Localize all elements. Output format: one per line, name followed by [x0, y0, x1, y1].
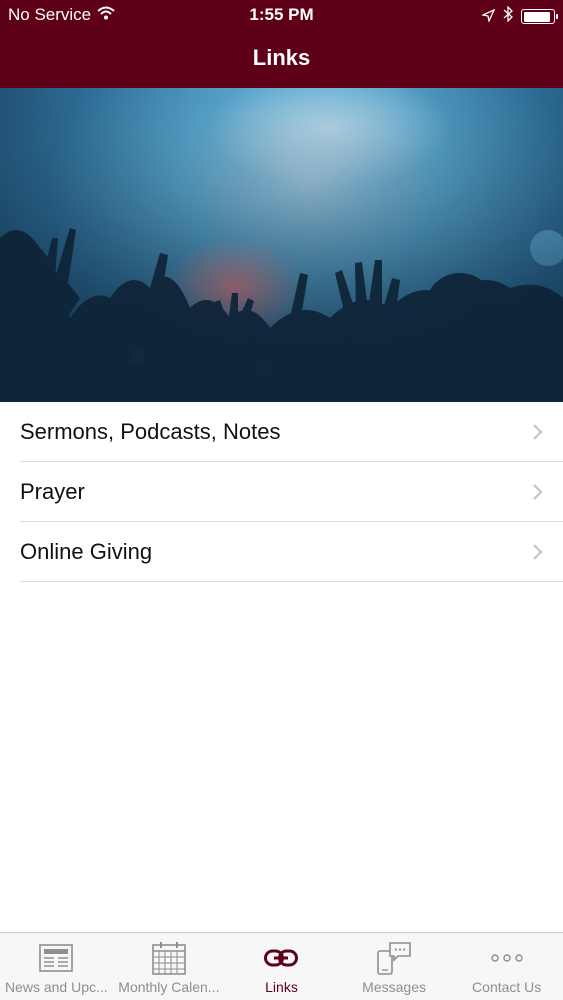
tab-messages[interactable]: Messages — [338, 933, 451, 1000]
hero-image — [0, 88, 563, 402]
tab-news[interactable]: News and Upc... — [0, 933, 113, 1000]
chevron-right-icon — [532, 423, 543, 446]
links-list: Sermons, Podcasts, Notes Prayer Online G… — [0, 402, 563, 582]
navigation-header: No Service 1:55 PM Links — [0, 0, 563, 88]
chevron-right-icon — [532, 543, 543, 566]
status-bar: No Service 1:55 PM — [0, 0, 563, 30]
link-row-sermons[interactable]: Sermons, Podcasts, Notes — [0, 402, 563, 462]
bluetooth-icon — [503, 5, 513, 27]
more-icon — [490, 941, 524, 975]
tab-bar: News and Upc... Monthly Calen... Links M… — [0, 932, 563, 1000]
chevron-right-icon — [532, 483, 543, 506]
link-row-prayer[interactable]: Prayer — [0, 462, 563, 522]
page-title: Links — [252, 45, 311, 70]
tab-label: Links — [265, 979, 298, 995]
status-time: 1:55 PM — [249, 5, 314, 24]
worship-crowd-photo — [0, 88, 563, 402]
link-label: Prayer — [20, 479, 85, 504]
tab-monthly-calendar[interactable]: Monthly Calen... — [113, 933, 226, 1000]
link-icon — [264, 941, 299, 975]
battery-icon — [521, 9, 558, 24]
tab-label: Contact Us — [472, 979, 542, 995]
calendar-icon — [152, 941, 186, 975]
newspaper-icon — [39, 941, 74, 975]
battery-level — [523, 11, 550, 22]
tab-label: News and Upc... — [4, 979, 108, 995]
location-arrow-icon — [480, 7, 496, 27]
link-label: Sermons, Podcasts, Notes — [20, 419, 281, 444]
tab-links[interactable]: Links — [225, 933, 338, 1000]
phone-chat-icon — [376, 941, 412, 975]
tab-label: Monthly Calen... — [118, 979, 220, 995]
tab-contact-us[interactable]: Contact Us — [450, 933, 563, 1000]
link-label: Online Giving — [20, 539, 153, 564]
status-right — [480, 5, 558, 27]
link-row-online-giving[interactable]: Online Giving — [0, 522, 563, 582]
tab-label: Messages — [362, 979, 426, 995]
